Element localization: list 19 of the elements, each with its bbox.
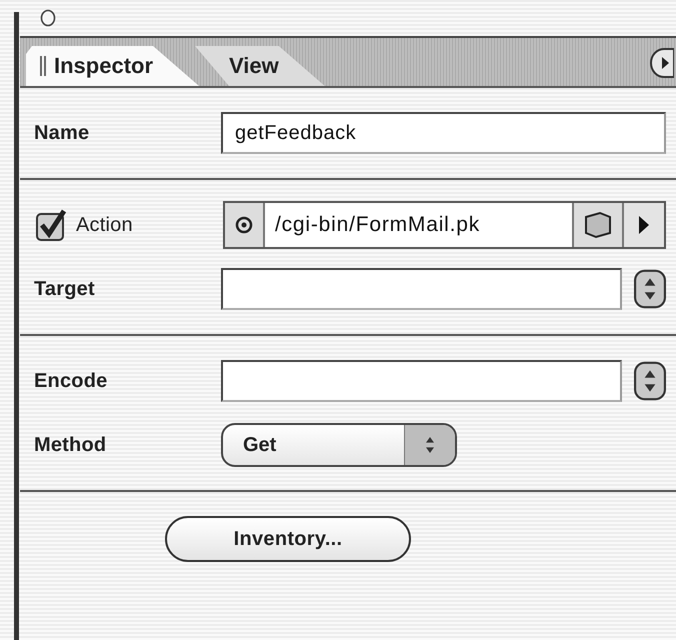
field-label: Action	[76, 214, 133, 236]
scroll-arrow-icon[interactable]	[650, 48, 674, 78]
text-field[interactable]	[221, 360, 622, 402]
stepper-icon[interactable]	[634, 269, 666, 309]
inventory-button[interactable]: Inventory...	[165, 516, 411, 562]
field-label: Target	[34, 278, 95, 300]
field-label: Method	[34, 434, 106, 456]
tab[interactable]: Inspector	[26, 46, 200, 86]
tab[interactable]: View	[195, 46, 325, 86]
text-field[interactable]	[221, 268, 622, 310]
checkbox[interactable]	[36, 209, 66, 241]
play-arrow-icon[interactable]	[622, 203, 664, 247]
stepper-icon[interactable]	[634, 361, 666, 401]
field-label: Name	[34, 122, 90, 144]
url-field[interactable]: /cgi-bin/FormMail.pk	[223, 201, 666, 249]
popup-menu[interactable]: Get	[221, 423, 457, 467]
name-field[interactable]: getFeedback	[221, 112, 666, 154]
field-label: Encode	[34, 370, 108, 392]
close-button-icon[interactable]	[40, 9, 56, 27]
